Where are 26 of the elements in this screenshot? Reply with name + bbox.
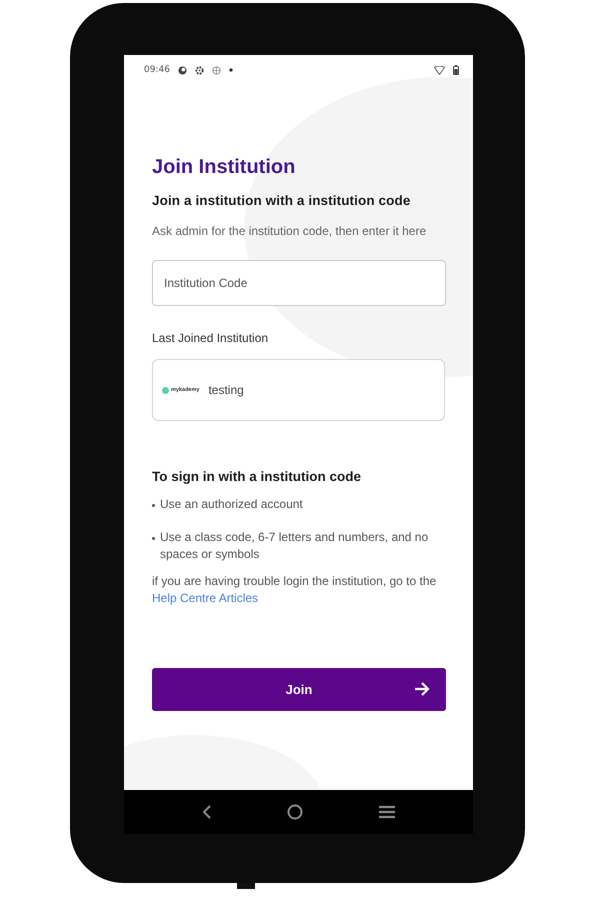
section-label: Last Joined Institution [152, 331, 270, 345]
globe-icon [212, 66, 221, 74]
battery-icon [453, 65, 459, 75]
bullet-icon [152, 537, 155, 540]
bullet-text: Use a class code, 6-7 letters and numbers, and no spaces or symbols [160, 529, 430, 563]
wifi-icon [434, 66, 445, 74]
institution-code-field[interactable]: Institution Code [152, 260, 446, 306]
page-title: Join Institution [152, 155, 296, 179]
dot-icon [228, 68, 233, 72]
institution-name: testing [208, 383, 244, 397]
back-icon[interactable] [202, 804, 212, 820]
settings-icon [194, 66, 204, 74]
join-button[interactable]: Join [152, 668, 446, 711]
help-text: if you are having trouble login the institution, go to the Help Centre Articles [152, 573, 438, 607]
menu-icon[interactable] [379, 805, 396, 819]
bullet-text: Use an authorized account [160, 496, 303, 513]
notification-icon [178, 66, 187, 74]
help-link[interactable]: Help Centre Articles [152, 591, 258, 605]
bullet-icon [152, 504, 155, 507]
arrow-icon [414, 681, 430, 697]
section-heading: To sign in with a institution code [152, 469, 362, 484]
status-time: 09:46 [144, 65, 170, 75]
logo-icon [162, 386, 169, 394]
subtitle: Join a institution with a institution code [152, 193, 412, 208]
home-icon[interactable] [287, 804, 304, 820]
hint-text: Ask admin for the institution code, then enter it here [152, 223, 428, 240]
